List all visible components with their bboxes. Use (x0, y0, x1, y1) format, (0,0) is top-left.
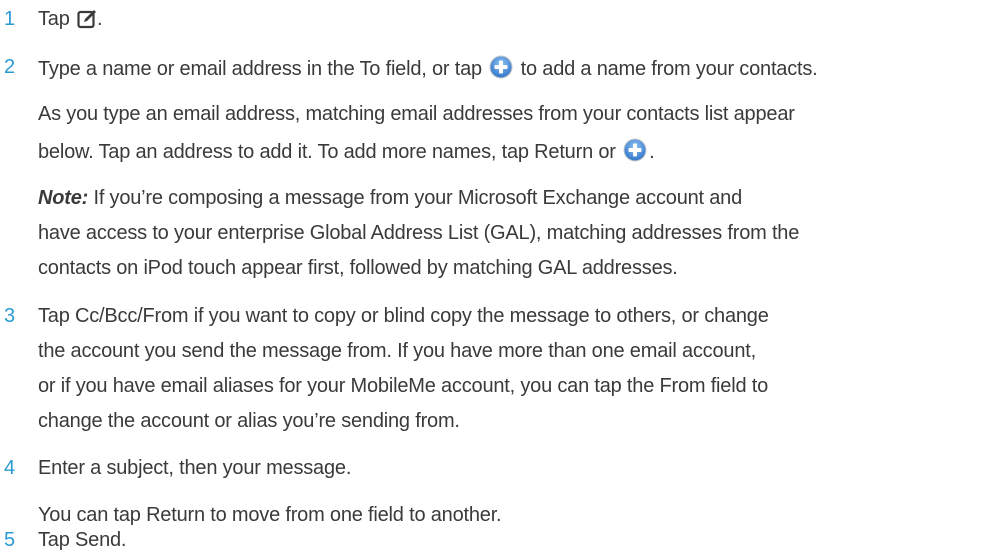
step-text: the account you send the message from. I… (38, 340, 756, 362)
paragraph-line: You can tap Return to move from one fiel… (38, 504, 502, 526)
step-text: or if you have email aliases for your Mo… (38, 375, 769, 397)
add-contact-plus-icon (623, 138, 647, 162)
note-line: have access to your enterprise Global Ad… (38, 222, 800, 244)
compose-icon (77, 10, 97, 29)
note-label: Note: (38, 187, 89, 209)
note-line: Note: If you’re composing a message from… (38, 187, 743, 209)
paragraph-line: As you type an email address, matching e… (38, 103, 795, 125)
add-contact-plus-icon (489, 55, 513, 79)
step-text: Tap Send. (38, 529, 127, 551)
step-number: 5 (4, 529, 16, 551)
step-text: Tap . (38, 8, 103, 30)
step-text: Enter a subject, then your message. (38, 457, 352, 479)
step-text: change the account or alias you’re sendi… (38, 410, 460, 432)
step-text: Type a name or email address in the To f… (38, 55, 818, 81)
step-number: 1 (4, 8, 16, 30)
note-line: contacts on iPod touch appear first, fol… (38, 257, 678, 279)
step-text: Tap Cc/Bcc/From if you want to copy or b… (38, 305, 769, 327)
step-number: 4 (4, 457, 16, 479)
paragraph-line: below. Tap an address to add it. To add … (38, 138, 655, 164)
step-number: 3 (4, 305, 16, 327)
step-number: 2 (4, 56, 16, 78)
